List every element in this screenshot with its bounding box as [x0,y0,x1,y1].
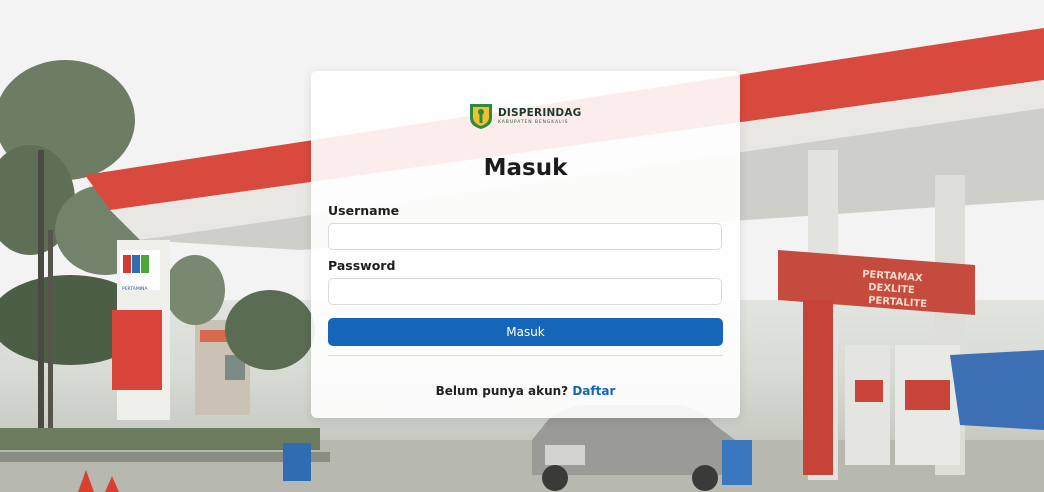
signup-link[interactable]: Daftar [572,384,615,398]
signup-prompt: Belum punya akun? Daftar [311,384,740,398]
svg-text:PERTAMINA: PERTAMINA [122,286,148,292]
password-label: Password [328,258,396,273]
brand-subtitle: KABUPATEN BENGKALIS [498,120,569,125]
page-title: Masuk [483,155,568,181]
username-input[interactable] [328,223,722,250]
login-button[interactable]: Masuk [328,318,723,346]
signup-prompt-text: Belum punya akun? [435,384,569,398]
divider [328,355,723,356]
login-card: DISPERINDAG KABUPATEN BENGKALIS Masuk Us… [311,71,740,418]
brand-logo: DISPERINDAG KABUPATEN BENGKALIS [469,103,582,130]
password-input[interactable] [328,278,722,305]
login-page: PERTAMAX DEXLITE PERTALITE PERTAMINA DIS… [0,0,1044,492]
username-label: Username [328,203,400,218]
shield-emblem-icon [470,104,492,129]
brand-name: DISPERINDAG [498,106,582,119]
